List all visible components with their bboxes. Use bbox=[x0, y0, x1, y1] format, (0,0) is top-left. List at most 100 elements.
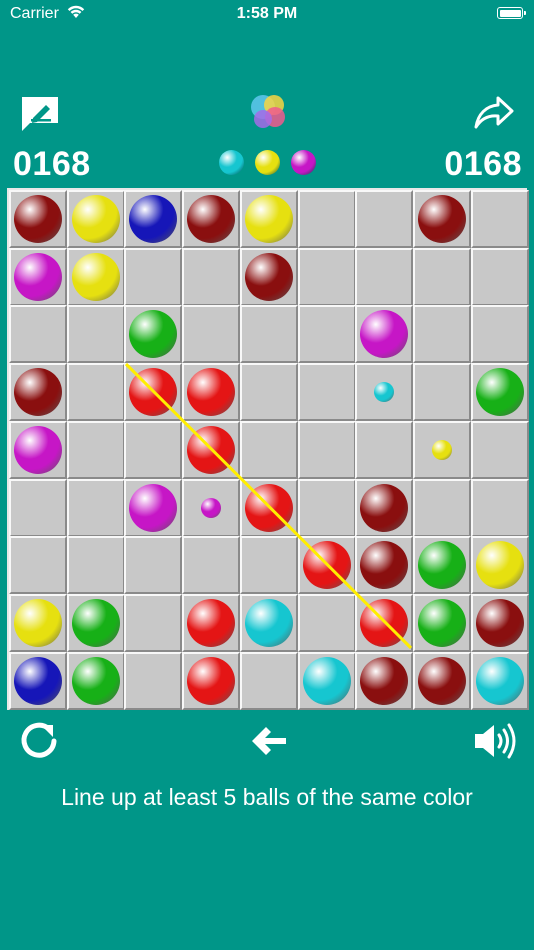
yellow-ball bbox=[475, 541, 524, 590]
board-cell[interactable] bbox=[412, 305, 471, 364]
board-cell[interactable] bbox=[470, 190, 529, 248]
board-cell[interactable] bbox=[9, 593, 67, 652]
board-cell[interactable] bbox=[66, 478, 125, 537]
board-cell[interactable] bbox=[239, 478, 298, 537]
board-cell[interactable] bbox=[124, 536, 183, 595]
green-ball bbox=[129, 310, 178, 359]
board-cell[interactable] bbox=[297, 190, 356, 248]
board-cell[interactable] bbox=[470, 420, 529, 479]
darkred-ball bbox=[244, 252, 293, 301]
board-cell[interactable] bbox=[182, 651, 241, 710]
board-cell[interactable] bbox=[239, 593, 298, 652]
board-cell[interactable] bbox=[239, 190, 298, 248]
board-cell[interactable] bbox=[297, 478, 356, 537]
board-cell[interactable] bbox=[239, 536, 298, 595]
board-cell[interactable] bbox=[297, 363, 356, 422]
board-cell[interactable] bbox=[412, 478, 471, 537]
red-ball bbox=[187, 425, 236, 474]
board-cell[interactable] bbox=[470, 305, 529, 364]
board-cell[interactable] bbox=[412, 536, 471, 595]
board-cell[interactable] bbox=[124, 593, 183, 652]
board-cell[interactable] bbox=[9, 420, 67, 479]
board-cell[interactable] bbox=[182, 247, 241, 306]
board-cell[interactable] bbox=[239, 651, 298, 710]
board-cell[interactable] bbox=[124, 305, 183, 364]
board-cell[interactable] bbox=[297, 651, 356, 710]
board-cell[interactable] bbox=[412, 420, 471, 479]
board-cell[interactable] bbox=[182, 363, 241, 422]
board-cell[interactable] bbox=[66, 247, 125, 306]
board-cell[interactable] bbox=[470, 593, 529, 652]
darkred-ball bbox=[417, 195, 466, 243]
board-cell[interactable] bbox=[9, 190, 67, 248]
board-cell[interactable] bbox=[124, 651, 183, 710]
board-cell[interactable] bbox=[355, 651, 414, 710]
board-cell[interactable] bbox=[182, 536, 241, 595]
board-cell[interactable] bbox=[355, 363, 414, 422]
board-cell[interactable] bbox=[355, 420, 414, 479]
board-cell[interactable] bbox=[355, 305, 414, 364]
board-cell[interactable] bbox=[470, 478, 529, 537]
board-cell[interactable] bbox=[182, 305, 241, 364]
board-cell[interactable] bbox=[66, 420, 125, 479]
board-cell[interactable] bbox=[239, 247, 298, 306]
edit-note-icon[interactable] bbox=[20, 95, 60, 133]
green-ball bbox=[475, 368, 524, 417]
board-cell[interactable] bbox=[412, 363, 471, 422]
board-cell[interactable] bbox=[297, 305, 356, 364]
next-ball-magenta bbox=[291, 150, 316, 175]
board-cell[interactable] bbox=[124, 247, 183, 306]
sound-icon[interactable] bbox=[472, 720, 518, 762]
board-cell[interactable] bbox=[124, 363, 183, 422]
board-cell[interactable] bbox=[297, 420, 356, 479]
board-cell[interactable] bbox=[66, 593, 125, 652]
board-cell[interactable] bbox=[9, 363, 67, 422]
green-ball bbox=[417, 598, 466, 647]
board-cell[interactable] bbox=[9, 536, 67, 595]
darkred-ball bbox=[360, 656, 409, 705]
board-cell[interactable] bbox=[355, 247, 414, 306]
board-cell[interactable] bbox=[239, 305, 298, 364]
board-cell[interactable] bbox=[470, 536, 529, 595]
board-cell[interactable] bbox=[297, 247, 356, 306]
board-cell[interactable] bbox=[470, 363, 529, 422]
cyan-ball-small bbox=[374, 382, 395, 403]
darkred-ball bbox=[187, 195, 236, 243]
board-cell[interactable] bbox=[9, 478, 67, 537]
board-cell[interactable] bbox=[66, 305, 125, 364]
board-cell[interactable] bbox=[412, 651, 471, 710]
game-center-icon[interactable] bbox=[248, 92, 288, 132]
board-cell[interactable] bbox=[66, 651, 125, 710]
board-cell[interactable] bbox=[124, 478, 183, 537]
share-icon[interactable] bbox=[474, 95, 514, 129]
board-cell[interactable] bbox=[239, 420, 298, 479]
board-cell[interactable] bbox=[66, 363, 125, 422]
board-cell[interactable] bbox=[182, 593, 241, 652]
undo-icon[interactable] bbox=[248, 720, 290, 762]
board-cell[interactable] bbox=[9, 305, 67, 364]
board-cell[interactable] bbox=[66, 190, 125, 248]
board-cell[interactable] bbox=[355, 536, 414, 595]
board-cell[interactable] bbox=[355, 593, 414, 652]
board-cell[interactable] bbox=[239, 363, 298, 422]
board-cell[interactable] bbox=[412, 247, 471, 306]
board-cell[interactable] bbox=[297, 593, 356, 652]
board-cell[interactable] bbox=[182, 420, 241, 479]
board-cell[interactable] bbox=[66, 536, 125, 595]
board-cell[interactable] bbox=[124, 190, 183, 248]
board-cell[interactable] bbox=[412, 190, 471, 248]
board-cell[interactable] bbox=[355, 190, 414, 248]
board-cell[interactable] bbox=[355, 478, 414, 537]
darkred-ball bbox=[14, 368, 62, 417]
board-cell[interactable] bbox=[9, 651, 67, 710]
red-ball bbox=[302, 541, 351, 590]
board-cell[interactable] bbox=[412, 593, 471, 652]
board-cell[interactable] bbox=[470, 247, 529, 306]
board-cell[interactable] bbox=[470, 651, 529, 710]
board-cell[interactable] bbox=[297, 536, 356, 595]
board-cell[interactable] bbox=[9, 247, 67, 306]
board-cell[interactable] bbox=[124, 420, 183, 479]
restart-icon[interactable] bbox=[18, 720, 60, 762]
board-cell[interactable] bbox=[182, 478, 241, 537]
board-cell[interactable] bbox=[182, 190, 241, 248]
